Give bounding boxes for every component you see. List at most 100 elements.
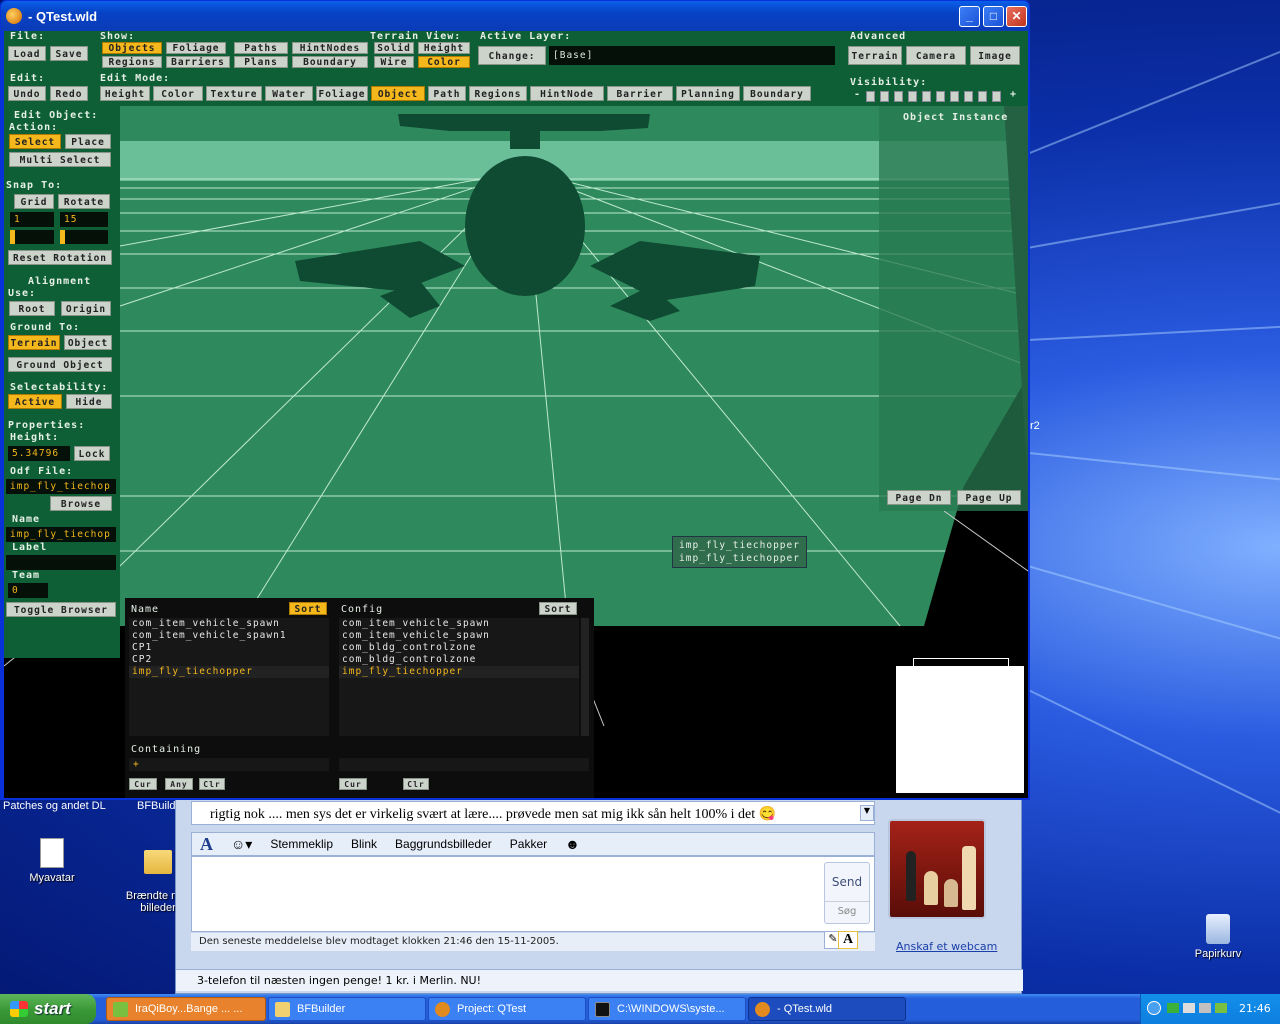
clock[interactable]: 21:46 <box>1239 1002 1271 1015</box>
visibility-plus[interactable]: + <box>1010 89 1017 100</box>
chat-input[interactable] <box>191 856 875 932</box>
show-plans-toggle[interactable]: Plans <box>234 56 288 68</box>
list-item[interactable]: CP2 <box>129 654 329 666</box>
task-cmd[interactable]: C:\WINDOWS\syste... <box>588 997 746 1021</box>
search-button[interactable]: Søg <box>825 901 869 917</box>
odf-file-field[interactable]: imp_fly_tiechop <box>6 479 116 494</box>
rotate-slider[interactable] <box>60 230 108 244</box>
close-button[interactable]: ✕ <box>1006 6 1027 27</box>
volume-icon[interactable] <box>1199 1003 1211 1013</box>
ground-terrain-button[interactable]: Terrain <box>8 335 60 350</box>
hide-button[interactable]: Hide <box>66 394 112 409</box>
edit-mode-barrier-tab[interactable]: Barrier <box>607 86 673 101</box>
origin-button[interactable]: Origin <box>61 301 111 316</box>
visibility-step[interactable] <box>880 91 889 102</box>
redo-button[interactable]: Redo <box>50 86 88 101</box>
voice-clip-button[interactable]: Stemmeklip <box>270 837 333 851</box>
browse-button[interactable]: Browse <box>50 496 112 511</box>
edit-mode-color-tab[interactable]: Color <box>153 86 203 101</box>
chevron-left-icon[interactable] <box>1147 1001 1161 1015</box>
camera-button[interactable]: Camera <box>906 46 966 65</box>
visibility-step[interactable] <box>936 91 945 102</box>
list-item[interactable]: com_bldg_controlzone <box>339 654 579 666</box>
task-bfbuilder[interactable]: BFBuilder <box>268 997 426 1021</box>
config-sort-button[interactable]: Sort <box>539 602 577 615</box>
messenger-tray-icon[interactable] <box>1215 1003 1227 1013</box>
display-icon[interactable] <box>1183 1003 1195 1013</box>
select-button[interactable]: Select <box>9 134 61 149</box>
edit-mode-boundary-tab[interactable]: Boundary <box>743 86 811 101</box>
list-scrollbar[interactable] <box>581 618 589 736</box>
any-button[interactable]: Any <box>165 778 193 790</box>
root-button[interactable]: Root <box>9 301 55 316</box>
page-up-button[interactable]: Page Up <box>957 490 1021 505</box>
name-list[interactable]: com_item_vehicle_spawn com_item_vehicle_s… <box>129 618 329 736</box>
chevron-down-icon[interactable]: ▼ <box>860 805 874 821</box>
config-filter-field[interactable] <box>339 758 589 771</box>
ground-object-button[interactable]: Ground Object <box>8 357 112 372</box>
task-project-qtest[interactable]: Project: QTest <box>428 997 586 1021</box>
desktop-icon-myavatar[interactable]: Myavatar <box>12 838 92 884</box>
font-icon[interactable]: A <box>200 834 213 855</box>
show-barriers-toggle[interactable]: Barriers <box>166 56 230 68</box>
webcam-link[interactable]: Anskaf et webcam <box>896 940 997 953</box>
edit-mode-path-tab[interactable]: Path <box>428 86 466 101</box>
list-item[interactable]: com_item_vehicle_spawn <box>339 630 579 642</box>
config-clr-button[interactable]: Clr <box>403 778 429 790</box>
visibility-step[interactable] <box>866 91 875 102</box>
minimap[interactable] <box>896 666 1024 793</box>
task-qtest-wld[interactable]: - QTest.wld <box>748 997 906 1021</box>
visibility-step[interactable] <box>922 91 931 102</box>
change-layer-button[interactable]: Change: <box>478 46 546 65</box>
containing-field[interactable]: + <box>129 758 329 771</box>
list-item[interactable]: com_item_vehicle_spawn <box>339 618 579 630</box>
list-item[interactable]: CP1 <box>129 642 329 654</box>
name-sort-button[interactable]: Sort <box>289 602 327 615</box>
network-icon[interactable] <box>1167 1003 1179 1013</box>
desktop-icon-recycle-bin[interactable]: Papirkurv <box>1178 914 1258 960</box>
place-button[interactable]: Place <box>65 134 111 149</box>
emoticon-icon[interactable]: ☺▾ <box>231 836 252 853</box>
ground-object-toggle[interactable]: Object <box>64 335 112 350</box>
edit-mode-planning-tab[interactable]: Planning <box>676 86 740 101</box>
visibility-step[interactable] <box>894 91 903 102</box>
visibility-step[interactable] <box>908 91 917 102</box>
text-mode-icon[interactable]: A <box>838 931 858 949</box>
clr-button[interactable]: Clr <box>199 778 225 790</box>
list-item[interactable]: imp_fly_tiechopper <box>129 666 329 678</box>
list-item[interactable]: com_item_vehicle_spawn <box>129 618 329 630</box>
save-button[interactable]: Save <box>50 46 88 61</box>
task-messenger-chat[interactable]: IraQiBoy...Bange ... ... <box>106 997 266 1021</box>
edit-mode-hintnode-tab[interactable]: HintNode <box>530 86 604 101</box>
multi-select-button[interactable]: Multi Select <box>9 152 111 167</box>
title-bar[interactable]: - QTest.wld _ □ ✕ <box>1 1 1029 31</box>
visibility-step[interactable] <box>964 91 973 102</box>
show-foliage-toggle[interactable]: Foliage <box>166 42 226 54</box>
nudge-button[interactable]: Blink <box>351 837 377 851</box>
grid-snap-button[interactable]: Grid <box>14 194 54 209</box>
edit-mode-regions-tab[interactable]: Regions <box>469 86 527 101</box>
terrain-view-height-toggle[interactable]: Height <box>418 42 470 54</box>
show-hintnodes-toggle[interactable]: HintNodes <box>292 42 368 54</box>
show-objects-toggle[interactable]: Objects <box>102 42 162 54</box>
show-paths-toggle[interactable]: Paths <box>234 42 288 54</box>
start-button[interactable]: start <box>0 994 96 1024</box>
name-field[interactable]: imp_fly_tiechop <box>6 527 116 542</box>
edit-mode-height-tab[interactable]: Height <box>100 86 150 101</box>
team-field[interactable]: 0 <box>8 583 48 598</box>
rotate-snap-button[interactable]: Rotate <box>58 194 110 209</box>
show-boundary-toggle[interactable]: Boundary <box>292 56 368 68</box>
label-field[interactable] <box>6 555 116 570</box>
lock-button[interactable]: Lock <box>74 446 110 461</box>
page-down-button[interactable]: Page Dn <box>887 490 951 505</box>
terrain-view-wire-toggle[interactable]: Wire <box>374 56 414 68</box>
visibility-step[interactable] <box>978 91 987 102</box>
image-button[interactable]: Image <box>970 46 1020 65</box>
config-list[interactable]: com_item_vehicle_spawn com_item_vehicle_s… <box>339 618 579 736</box>
display-picture[interactable] <box>888 819 986 919</box>
active-button[interactable]: Active <box>8 394 62 409</box>
wink-icon[interactable]: ☻ <box>565 836 580 852</box>
terrain-view-solid-toggle[interactable]: Solid <box>374 42 414 54</box>
grid-slider[interactable] <box>10 230 54 244</box>
list-item[interactable]: com_bldg_controlzone <box>339 642 579 654</box>
